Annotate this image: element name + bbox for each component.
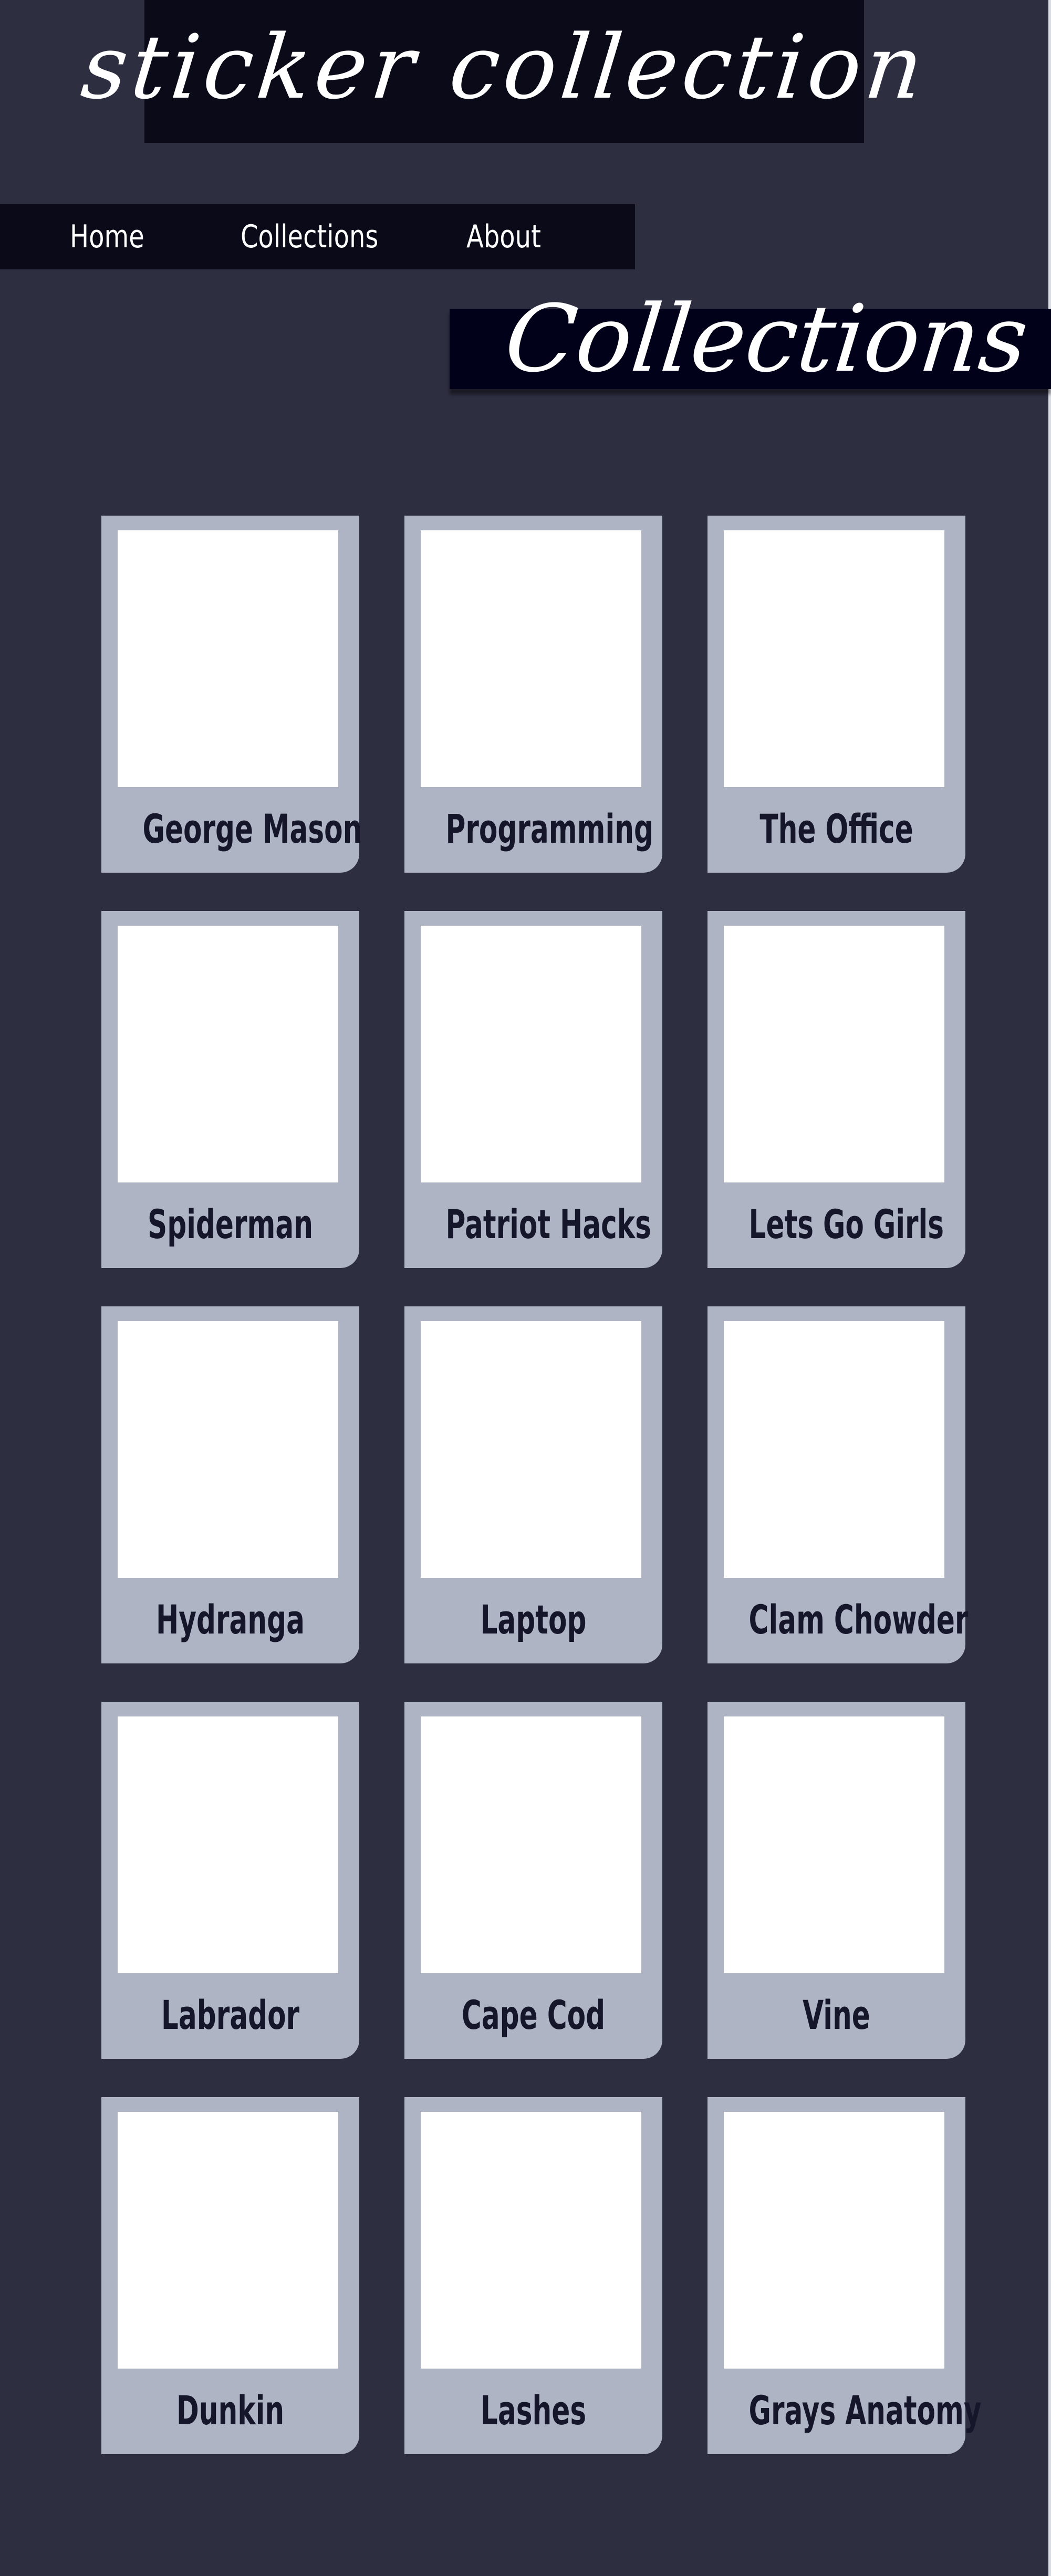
- card-label: Dunkin: [176, 2387, 285, 2434]
- card-label: Vine: [803, 1992, 870, 2038]
- card-image: [118, 1716, 338, 1973]
- collection-card-grays-anatomy[interactable]: Grays Anatomy: [707, 2097, 982, 2454]
- card-label: Labrador: [161, 1992, 300, 2038]
- card-label: The Office: [759, 805, 913, 852]
- card-label: Lets Go Girls: [748, 1201, 944, 1248]
- collection-card-clam-chowder[interactable]: Clam Chowder: [707, 1306, 969, 1663]
- main-nav: Home Collections About: [0, 204, 635, 269]
- site-title: sticker collection: [77, 16, 932, 119]
- card-label: Programming: [445, 805, 653, 852]
- card-image: [118, 1321, 338, 1578]
- card-image: [421, 2112, 641, 2369]
- collection-card-labrador[interactable]: Labrador: [101, 1702, 359, 2059]
- card-image: [118, 926, 338, 1182]
- collection-card-patriot-hacks[interactable]: Patriot Hacks: [404, 911, 662, 1268]
- nav-collections[interactable]: Collections: [241, 204, 378, 269]
- card-label: Patriot Hacks: [445, 1201, 651, 1248]
- card-label: Grays Anatomy: [748, 2387, 982, 2434]
- collection-card-cape-cod[interactable]: Cape Cod: [404, 1702, 662, 2059]
- card-image: [118, 2112, 338, 2369]
- collection-card-laptop[interactable]: Laptop: [404, 1306, 662, 1663]
- collection-card-hydranga[interactable]: Hydranga: [101, 1306, 359, 1663]
- section-header: Collections: [450, 285, 1051, 393]
- card-image: [421, 530, 641, 787]
- nav-about[interactable]: About: [466, 204, 541, 269]
- card-label: Clam Chowder: [748, 1596, 969, 1643]
- collection-card-lets-go-girls[interactable]: Lets Go Girls: [707, 911, 965, 1268]
- card-image: [421, 926, 641, 1182]
- collection-card-lashes[interactable]: Lashes: [404, 2097, 662, 2454]
- card-label: Hydranga: [156, 1596, 305, 1643]
- card-image: [724, 530, 944, 787]
- card-label: Cape Cod: [461, 1992, 606, 2038]
- collection-card-dunkin[interactable]: Dunkin: [101, 2097, 359, 2454]
- collection-grid: George Mason Programming The Office Spid…: [101, 516, 982, 2454]
- card-label: Laptop: [480, 1596, 587, 1643]
- nav-home[interactable]: Home: [70, 204, 144, 269]
- collection-card-the-office[interactable]: The Office: [707, 516, 965, 873]
- collection-card-spiderman[interactable]: Spiderman: [101, 911, 359, 1268]
- collection-card-programming[interactable]: Programming: [404, 516, 662, 873]
- card-label: Lashes: [480, 2387, 587, 2434]
- card-image: [724, 2112, 944, 2369]
- card-image: [421, 1716, 641, 1973]
- card-image: [421, 1321, 641, 1578]
- collection-card-vine[interactable]: Vine: [707, 1702, 965, 2059]
- section-title: Collections: [500, 285, 1033, 393]
- card-label: George Mason: [142, 805, 362, 852]
- card-label: Spiderman: [148, 1201, 313, 1248]
- card-image: [724, 926, 944, 1182]
- site-header: sticker collection: [77, 0, 932, 143]
- card-image: [724, 1716, 944, 1973]
- card-image: [724, 1321, 944, 1578]
- card-image: [118, 530, 338, 787]
- collection-card-george-mason[interactable]: George Mason: [101, 516, 362, 873]
